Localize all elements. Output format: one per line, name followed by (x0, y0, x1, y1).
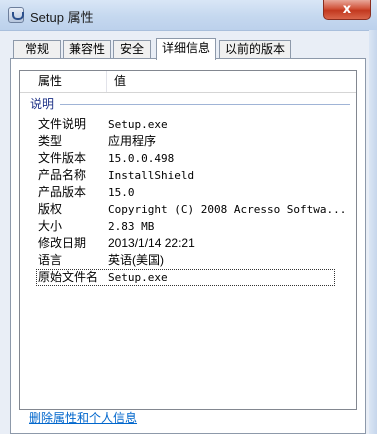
list-item[interactable]: 类型 应用程序 (20, 133, 356, 150)
property-name: 产品版本 (38, 185, 87, 199)
tab-previous-versions[interactable]: 以前的版本 (219, 40, 291, 59)
property-name: 产品名称 (38, 168, 87, 182)
property-value: InstallShield (108, 169, 195, 182)
properties-window: Setup 属性 x 常规 兼容性 安全 详细信息 以前的版本 属性 值 说明 … (0, 0, 377, 434)
details-listview[interactable]: 属性 值 说明 文件说明 Setup.exe 类型 应用程序 文件版本 15.0… (19, 70, 357, 410)
property-value: 15.0.0.498 (108, 152, 175, 165)
list-item[interactable]: 产品名称 InstallShield (20, 167, 356, 184)
column-header-value[interactable]: 值 (114, 71, 126, 92)
setup-app-icon (8, 7, 24, 23)
property-name: 文件说明 (38, 117, 87, 131)
property-name: 语言 (38, 253, 63, 267)
tab-details[interactable]: 详细信息 (156, 38, 216, 60)
column-separator[interactable] (106, 71, 107, 92)
tab-compatibility[interactable]: 兼容性 (63, 40, 111, 59)
list-item[interactable]: 修改日期 2013/1/14 22:21 (20, 235, 356, 252)
property-name: 大小 (38, 219, 63, 233)
tab-strip: 常规 兼容性 安全 详细信息 以前的版本 (13, 38, 373, 60)
tab-security[interactable]: 安全 (113, 40, 151, 59)
property-name: 文件版本 (38, 151, 87, 165)
title-bar[interactable]: Setup 属性 x (0, 0, 377, 31)
window-frame-edge (369, 30, 377, 434)
tab-general[interactable]: 常规 (13, 40, 61, 59)
list-item[interactable]: 产品版本 15.0 (20, 184, 356, 201)
list-item-selected[interactable]: 原始文件名 Setup.exe (36, 269, 335, 286)
list-header: 属性 值 (20, 71, 356, 93)
property-value: Copyright (C) 2008 Acresso Softwa... (108, 203, 347, 216)
list-item[interactable]: 语言 英语(美国) (20, 252, 356, 269)
property-value: Setup.exe (108, 118, 168, 131)
group-divider (60, 104, 350, 105)
close-button[interactable]: x (323, 0, 371, 20)
window-title: Setup 属性 (30, 10, 94, 25)
property-name: 版权 (38, 202, 63, 216)
property-value: 2.83 MB (108, 220, 155, 233)
property-name: 类型 (38, 134, 63, 148)
list-item[interactable]: 版权 Copyright (C) 2008 Acresso Softwa... (20, 201, 356, 218)
group-description: 说明 (26, 96, 352, 112)
list-item[interactable]: 大小 2.83 MB (20, 218, 356, 235)
property-value: 英语(美国) (108, 253, 164, 267)
list-item[interactable]: 文件说明 Setup.exe (20, 116, 356, 133)
list-item[interactable]: 文件版本 15.0.0.498 (20, 150, 356, 167)
property-value: Setup.exe (108, 271, 168, 284)
property-value: 15.0 (108, 186, 135, 199)
property-name: 修改日期 (38, 236, 87, 250)
group-label: 说明 (30, 97, 55, 111)
property-value: 应用程序 (108, 134, 157, 148)
property-name: 原始文件名 (38, 270, 99, 284)
details-panel: 属性 值 说明 文件说明 Setup.exe 类型 应用程序 文件版本 15.0… (10, 58, 366, 434)
close-icon: x (342, 2, 352, 17)
column-header-property[interactable]: 属性 (38, 71, 62, 92)
remove-properties-link[interactable]: 删除属性和个人信息 (29, 409, 137, 426)
property-value: 2013/1/14 22:21 (108, 236, 195, 250)
